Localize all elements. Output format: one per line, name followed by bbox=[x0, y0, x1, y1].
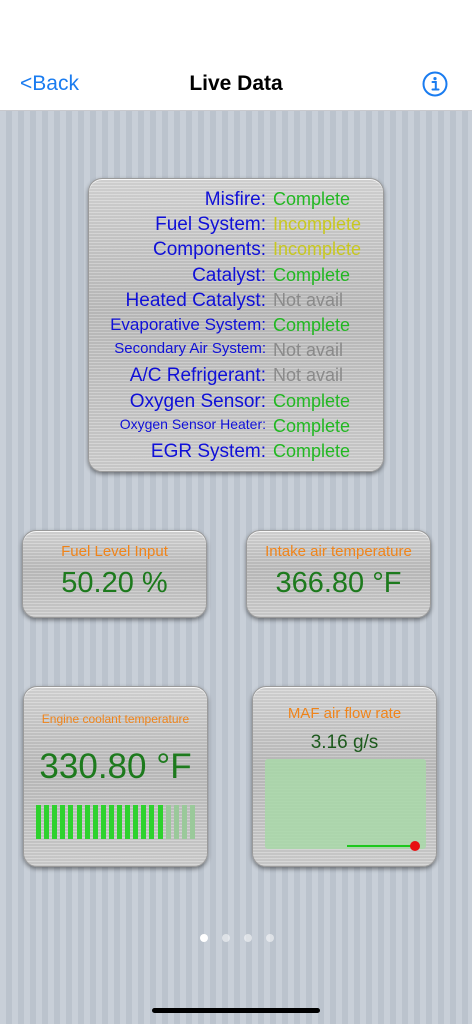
status-label: Components: bbox=[152, 239, 266, 261]
gauge-title: Intake air temperature bbox=[265, 543, 412, 560]
status-value: Complete bbox=[273, 415, 351, 436]
status-label: Oxygen Sensor: bbox=[129, 390, 266, 412]
page-dot[interactable] bbox=[244, 934, 252, 942]
bar-segment bbox=[165, 805, 171, 839]
bar-segment bbox=[181, 805, 187, 839]
home-indicator bbox=[152, 1008, 320, 1013]
status-value: Complete bbox=[273, 264, 351, 285]
status-value: Incomplete bbox=[273, 239, 362, 260]
status-value: Complete bbox=[273, 441, 351, 461]
bar-segment bbox=[125, 805, 131, 839]
bar-segment bbox=[60, 805, 66, 839]
status-label: Heated Catalyst: bbox=[125, 289, 266, 311]
page-indicator[interactable] bbox=[0, 934, 472, 944]
status-label: Oxygen Sensor Heater: bbox=[119, 415, 266, 432]
bar-segment bbox=[141, 805, 147, 839]
maf-history-graph bbox=[265, 759, 426, 849]
info-circle-icon[interactable] bbox=[422, 71, 448, 97]
bar-segment bbox=[36, 805, 41, 839]
gauge-value: 3.16 g/s bbox=[310, 732, 379, 753]
bar-segment bbox=[84, 805, 90, 839]
status-value: Not avail bbox=[273, 289, 344, 310]
engine-coolant-temperature-gauge[interactable]: Engine coolant temperature 330.80 °F bbox=[23, 686, 208, 867]
status-label: Evaporative System: bbox=[110, 315, 266, 334]
status-label: Misfire: bbox=[204, 189, 266, 210]
gauge-value: 330.80 °F bbox=[39, 747, 192, 786]
bar-segment bbox=[173, 805, 179, 839]
status-row: Components: Incomplete bbox=[89, 239, 383, 264]
status-row: A/C Refrigerant: Not avail bbox=[89, 365, 383, 390]
status-row: Fuel System: Incomplete bbox=[89, 214, 383, 239]
page-dot[interactable] bbox=[266, 934, 274, 942]
bar-segment bbox=[44, 805, 50, 839]
gauge-value: 50.20 % bbox=[61, 567, 168, 599]
bar-segment bbox=[76, 805, 82, 839]
page-dot[interactable] bbox=[200, 934, 208, 942]
status-row: Misfire: Complete bbox=[89, 189, 383, 214]
status-row: Evaporative System: Complete bbox=[89, 315, 383, 340]
status-row: EGR System: Complete bbox=[89, 441, 383, 466]
maf-trend-line bbox=[347, 841, 420, 851]
status-row: Catalyst: Complete bbox=[89, 265, 383, 290]
bar-segment bbox=[133, 805, 139, 839]
page-dot[interactable] bbox=[222, 934, 230, 942]
coolant-level-bar bbox=[36, 805, 198, 839]
page-title: Live Data bbox=[189, 72, 283, 95]
status-value: Complete bbox=[273, 189, 351, 209]
status-row: Oxygen Sensor Heater: Complete bbox=[89, 416, 383, 441]
status-label: Catalyst: bbox=[192, 264, 266, 286]
gauge-title: MAF air flow rate bbox=[287, 705, 402, 722]
bar-segment bbox=[117, 805, 122, 839]
status-bar bbox=[0, 0, 472, 60]
bar-segment bbox=[92, 805, 98, 839]
status-label: A/C Refrigerant: bbox=[129, 365, 266, 387]
status-label: EGR System: bbox=[150, 441, 266, 462]
bar-segment bbox=[68, 805, 74, 839]
status-label: Secondary Air System: bbox=[114, 340, 266, 358]
maf-current-point bbox=[410, 841, 420, 851]
bar-segment bbox=[149, 805, 155, 839]
gauge-title: Engine coolant temperature bbox=[41, 712, 190, 726]
maf-air-flow-rate-gauge[interactable]: MAF air flow rate 3.16 g/s bbox=[252, 686, 437, 867]
bar-segment bbox=[157, 805, 163, 839]
monitor-status-panel: Misfire: Complete Fuel System: Incomplete Co… bbox=[88, 178, 384, 472]
status-label: Fuel System: bbox=[155, 214, 266, 236]
status-row: Oxygen Sensor: Complete bbox=[89, 391, 383, 416]
status-value: Complete bbox=[273, 390, 351, 411]
bar-segment bbox=[108, 805, 114, 839]
status-value: Complete bbox=[273, 315, 351, 335]
status-row: Secondary Air System: Not avail bbox=[89, 340, 383, 365]
status-value: Not avail bbox=[273, 340, 344, 361]
status-row: Heated Catalyst: Not avail bbox=[89, 290, 383, 315]
bar-segment bbox=[100, 805, 106, 839]
status-value: Incomplete bbox=[273, 214, 362, 235]
bar-segment bbox=[52, 805, 58, 839]
navigation-bar: <Back Live Data bbox=[0, 60, 472, 111]
fuel-level-gauge[interactable]: Fuel Level Input 50.20 % bbox=[22, 530, 207, 618]
gauge-value: 366.80 °F bbox=[275, 567, 402, 599]
intake-air-temperature-gauge[interactable]: Intake air temperature 366.80 °F bbox=[246, 530, 431, 618]
gauge-title: Fuel Level Input bbox=[61, 543, 168, 560]
bar-segment bbox=[189, 805, 195, 839]
status-value: Not avail bbox=[273, 365, 344, 386]
